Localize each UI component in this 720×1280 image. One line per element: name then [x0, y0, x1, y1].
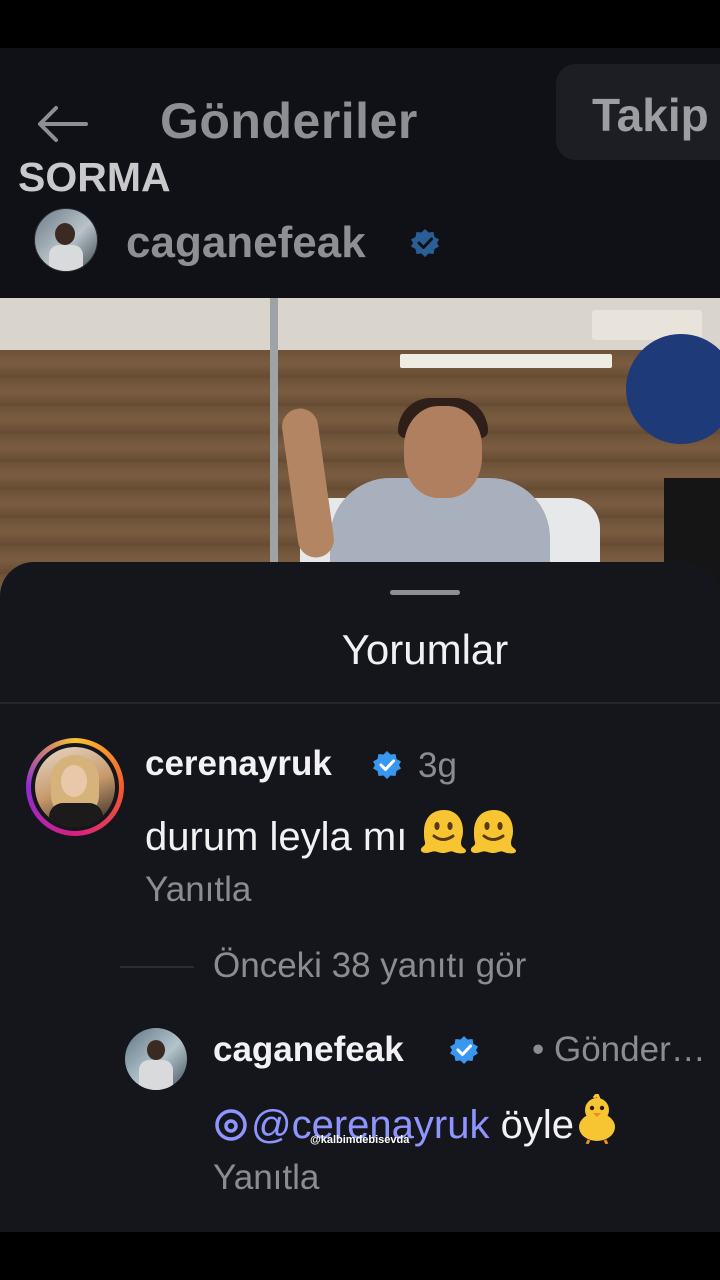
reply-body: öyle — [500, 1103, 574, 1147]
sheet-drag-handle[interactable] — [390, 590, 460, 595]
verified-badge-icon — [450, 1036, 478, 1064]
comment-timestamp: 3g — [418, 746, 457, 785]
reply-username[interactable]: caganefeak — [213, 1030, 404, 1070]
threads-icon — [215, 1109, 247, 1141]
post-image[interactable] — [0, 298, 720, 598]
page-title: Gönderiler — [160, 93, 418, 149]
baby-chick-icon — [579, 1094, 615, 1144]
melting-face-icon — [471, 810, 517, 854]
sheet-title: Yorumlar — [341, 626, 509, 673]
watermark-text: @kalbimdebisevda — [310, 1134, 410, 1146]
author-avatar[interactable] — [34, 208, 98, 272]
author-username[interactable]: caganefeak — [126, 218, 366, 268]
reply-text: @cerenayruk öyle — [213, 1094, 620, 1148]
comment-body: durum leyla mı — [145, 815, 408, 859]
melting-face-icon — [421, 810, 467, 854]
overlay-caption-text: SORMA — [18, 154, 171, 200]
sent-by-label: • Gönder… — [532, 1030, 706, 1069]
navigation-bar-area — [0, 1232, 720, 1280]
status-bar-area — [0, 0, 720, 48]
follow-button-label: Takip — [592, 89, 709, 141]
verified-badge-icon — [373, 751, 401, 779]
thread-connector-line — [120, 966, 194, 968]
commenter-avatar-story-ring[interactable] — [26, 738, 124, 836]
reply-avatar[interactable] — [125, 1028, 187, 1090]
view-previous-replies-link[interactable]: Önceki 38 yanıtı gör — [213, 946, 526, 986]
comment-text: durum leyla mı — [145, 806, 518, 860]
arrow-left-icon[interactable] — [34, 104, 90, 144]
comment-username[interactable]: cerenayruk — [145, 744, 332, 784]
verified-badge-icon — [411, 229, 439, 257]
reply-button[interactable]: Yanıtla — [213, 1158, 319, 1198]
divider — [0, 702, 720, 704]
reply-button[interactable]: Yanıtla — [145, 870, 251, 910]
